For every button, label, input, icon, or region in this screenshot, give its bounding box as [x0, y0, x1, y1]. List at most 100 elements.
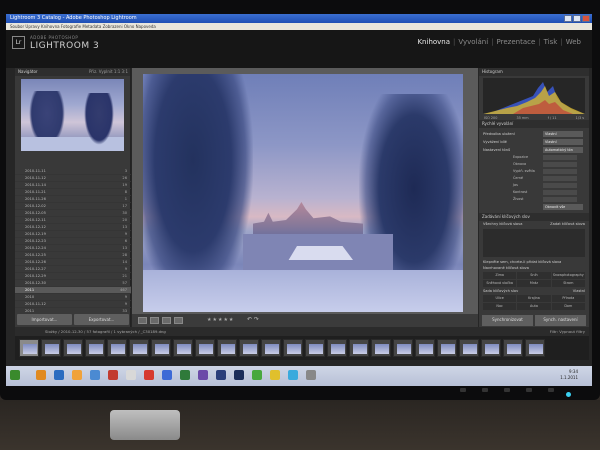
mail-icon[interactable]: [90, 370, 100, 380]
folder-item[interactable]: 2010-12-02 17: [15, 203, 131, 210]
filmstrip-thumbnail[interactable]: [415, 339, 435, 357]
misc-icon[interactable]: [306, 370, 316, 380]
histogram-header[interactable]: Histogram: [479, 68, 589, 76]
keyword-chip[interactable]: Auta: [517, 303, 551, 310]
tone-adjust-buttons[interactable]: [543, 183, 577, 188]
folder-item[interactable]: 2010-11-11 3: [15, 168, 131, 175]
photoshop-icon[interactable]: [234, 370, 244, 380]
filmstrip-thumbnail[interactable]: [481, 339, 501, 357]
folder-item[interactable]: 2010-12-24 13: [15, 245, 131, 252]
word-icon[interactable]: [162, 370, 172, 380]
quick-develop-header[interactable]: Rychlé vyvolání: [479, 120, 589, 128]
monitor-button[interactable]: [526, 388, 532, 392]
export-button[interactable]: Exportovat...: [74, 314, 129, 325]
compare-view-icon[interactable]: [162, 317, 171, 324]
import-button[interactable]: Importovat...: [17, 314, 72, 325]
tone-adjust-buttons[interactable]: [543, 169, 577, 174]
filmstrip-thumbnail[interactable]: [283, 339, 303, 357]
qd-preset-select[interactable]: Vlastní: [543, 131, 583, 137]
tone-adjust-buttons[interactable]: [543, 190, 577, 195]
tone-adjust-buttons[interactable]: [543, 155, 577, 160]
folder-item[interactable]: 2010-12-29 21: [15, 273, 131, 280]
monitor-button[interactable]: [482, 388, 488, 392]
keyword-chip[interactable]: Sněhová vločka: [483, 280, 517, 287]
navigator-header[interactable]: Navigátor Přiz. Vyplnit 1:1 3:1: [15, 68, 130, 76]
keyword-chip[interactable]: Noc: [483, 303, 517, 310]
keyword-chip[interactable]: Dom: [551, 303, 585, 310]
monitor-button[interactable]: [548, 388, 554, 392]
rating-stars[interactable]: ★★★★★: [207, 317, 234, 323]
survey-view-icon[interactable]: [174, 317, 183, 324]
qd-wb-select[interactable]: Vlastní: [543, 139, 583, 145]
main-photo[interactable]: [143, 74, 463, 312]
filter-select[interactable]: Vypnout filtry: [559, 329, 585, 334]
folder-item[interactable]: 2011 467: [15, 287, 131, 294]
folder-item[interactable]: 2010-11-14 19: [15, 182, 131, 189]
filmstrip-thumbnail[interactable]: [459, 339, 479, 357]
filmstrip-thumbnail[interactable]: [173, 339, 193, 357]
sync-settings-button[interactable]: Synch. nastavení: [535, 315, 586, 326]
module-library[interactable]: Knihovna: [414, 38, 453, 46]
filmstrip-thumbnail[interactable]: [41, 339, 61, 357]
filmstrip-thumbnail[interactable]: [129, 339, 149, 357]
tone-adjust-buttons[interactable]: [543, 197, 577, 202]
tone-adjust-buttons[interactable]: [543, 162, 577, 167]
folder-item[interactable]: 2010-12-05 30: [15, 210, 131, 217]
keyword-enter-select[interactable]: Zadat klíčová slova: [550, 222, 585, 226]
mail-client-icon[interactable]: [270, 370, 280, 380]
grid-view-icon[interactable]: [138, 317, 147, 324]
pdf-icon[interactable]: [144, 370, 154, 380]
media-icon[interactable]: [108, 370, 118, 380]
module-print[interactable]: Tisk: [541, 38, 561, 46]
folder-item[interactable]: 2010-11-26 1: [15, 196, 131, 203]
filmstrip-thumbnail[interactable]: [305, 339, 325, 357]
filmstrip-thumbnail[interactable]: [217, 339, 237, 357]
excel-icon[interactable]: [180, 370, 190, 380]
keyword-chip[interactable]: Zima: [483, 272, 517, 279]
keywording-header[interactable]: Zadávání klíčových slov: [479, 213, 589, 221]
reset-all-button[interactable]: Obnovit vše: [543, 204, 583, 210]
folder-item[interactable]: 2011 33: [15, 308, 131, 313]
navigator-preview[interactable]: [21, 79, 124, 151]
tone-adjust-buttons[interactable]: [543, 176, 577, 181]
keyword-chip[interactable]: Strom: [551, 280, 585, 287]
app-icon[interactable]: [198, 370, 208, 380]
folder-item[interactable]: 2010-11-12 9: [15, 301, 131, 308]
firefox-icon[interactable]: [36, 370, 46, 380]
sync-metadata-button[interactable]: Synchronizovat: [482, 315, 533, 326]
keyword-input-box[interactable]: [483, 229, 585, 257]
keyword-chip[interactable]: Příroda: [551, 295, 585, 302]
folder-icon[interactable]: [72, 370, 82, 380]
module-web[interactable]: Web: [563, 38, 584, 46]
filmstrip-thumbnail[interactable]: [107, 339, 127, 357]
filmstrip-thumbnail[interactable]: [525, 339, 545, 357]
filmstrip-thumbnail[interactable]: [437, 339, 457, 357]
filmstrip-thumbnail[interactable]: [327, 339, 347, 357]
notepad-icon[interactable]: [126, 370, 136, 380]
filmstrip-thumbnail[interactable]: [349, 339, 369, 357]
keyword-chip[interactable]: Sníh: [517, 272, 551, 279]
keyword-chip[interactable]: Mráz: [517, 280, 551, 287]
rotate-icons[interactable]: ↶ ↷: [247, 316, 259, 323]
minimize-button[interactable]: [564, 15, 572, 22]
folder-item[interactable]: 2010-12-23 6: [15, 238, 131, 245]
lightroom-taskbar-icon[interactable]: [216, 370, 226, 380]
filmstrip-thumbnail[interactable]: [239, 339, 259, 357]
folder-item[interactable]: 2010-12-30 57: [15, 280, 131, 287]
folder-item[interactable]: 2010-12-19 9: [15, 231, 131, 238]
monitor-button[interactable]: [460, 388, 466, 392]
filmstrip-thumbnail[interactable]: [393, 339, 413, 357]
filmstrip-thumbnail[interactable]: [261, 339, 281, 357]
menu-bar[interactable]: Soubor Upravy Knihovna Fotografie Metada…: [6, 23, 592, 30]
filmstrip-thumbnail[interactable]: [63, 339, 83, 357]
folder-item[interactable]: 2010-12-27 9: [15, 266, 131, 273]
filmstrip-path[interactable]: Složky / 2010-12-30 / 57 fotografií / 1 …: [45, 329, 166, 334]
close-button[interactable]: [582, 15, 590, 22]
navigator-zoom-options[interactable]: Přiz. Vyplnit 1:1 3:1: [89, 68, 128, 76]
keyword-chip[interactable]: Ulice: [483, 295, 517, 302]
folder-item[interactable]: 2010-12-11 20: [15, 217, 131, 224]
filmstrip-thumbnail[interactable]: [195, 339, 215, 357]
module-slideshow[interactable]: Prezentace: [494, 38, 539, 46]
folder-item[interactable]: 2010-12-12 13: [15, 224, 131, 231]
chat-icon[interactable]: [252, 370, 262, 380]
